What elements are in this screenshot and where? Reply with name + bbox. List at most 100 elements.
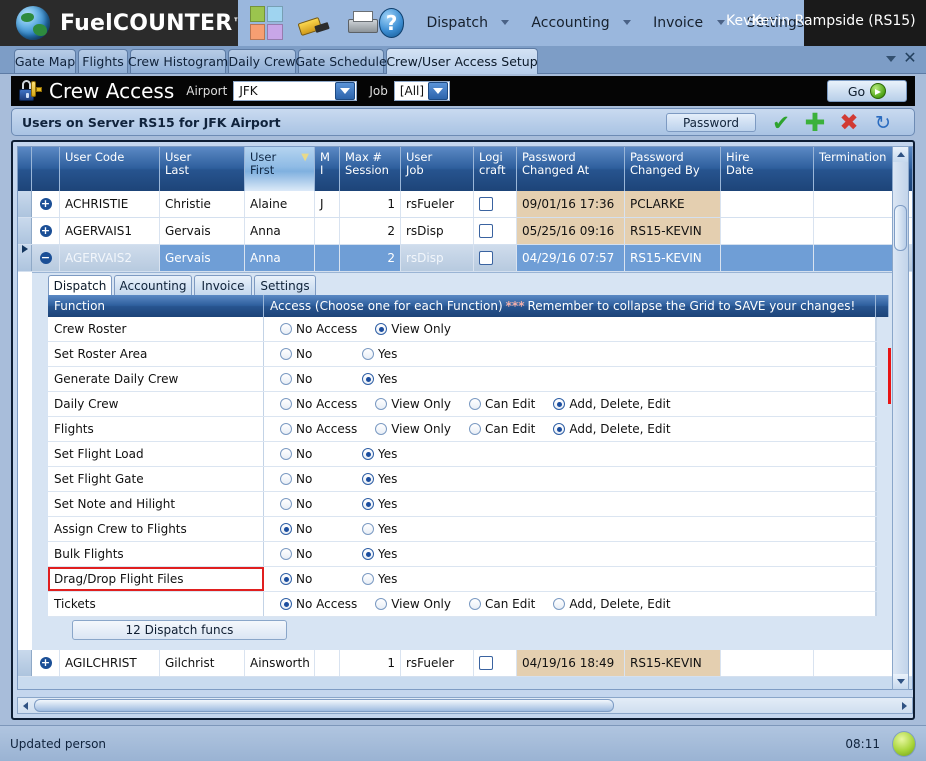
add-plus-icon[interactable]: ✚ <box>804 110 826 135</box>
tab-flights[interactable]: Flights <box>78 49 128 73</box>
vertical-scroll-thumb[interactable] <box>894 205 907 251</box>
table-row[interactable]: + ACHRISTIE Christie Alaine J 1 rsFueler… <box>18 191 912 218</box>
help-icon[interactable]: ? <box>378 8 405 38</box>
radio-button[interactable] <box>469 398 481 410</box>
cell-logicraft[interactable] <box>474 650 517 676</box>
radio-button[interactable] <box>280 323 292 335</box>
radio-option[interactable]: Add, Delete, Edit <box>553 397 671 411</box>
radio-option[interactable]: No Access <box>280 422 357 436</box>
column-header-logicraft[interactable]: Logi craft <box>474 147 517 191</box>
row-selector[interactable] <box>18 245 32 271</box>
radio-option[interactable]: Yes <box>362 547 426 561</box>
radio-option[interactable]: No Access <box>280 597 357 611</box>
horizontal-scroll-thumb[interactable] <box>34 699 614 712</box>
tab-daily-crew[interactable]: Daily Crew <box>228 49 296 73</box>
scroll-up-icon[interactable] <box>893 147 908 162</box>
confirm-check-icon[interactable]: ✔ <box>770 113 792 134</box>
radio-option[interactable]: No <box>280 572 344 586</box>
radio-option[interactable]: No <box>280 347 344 361</box>
radio-option[interactable]: Add, Delete, Edit <box>553 422 671 436</box>
scroll-right-icon[interactable] <box>897 698 912 713</box>
radio-button[interactable] <box>362 448 374 460</box>
radio-button[interactable] <box>280 373 292 385</box>
radio-option[interactable]: Yes <box>362 497 426 511</box>
logicraft-checkbox[interactable] <box>479 197 493 211</box>
radio-option[interactable]: Can Edit <box>469 422 535 436</box>
tab-crew-user-access-setup[interactable]: Crew/User Access Setup <box>386 48 538 74</box>
detail-tab-settings[interactable]: Settings <box>254 275 316 295</box>
column-header-hire-date[interactable]: Hire Date <box>721 147 814 191</box>
radio-option[interactable]: Can Edit <box>469 597 535 611</box>
radio-button[interactable] <box>280 548 292 560</box>
radio-option[interactable]: Yes <box>362 472 426 486</box>
radio-option[interactable]: View Only <box>375 397 451 411</box>
column-header-user-last[interactable]: User Last <box>160 147 245 191</box>
radio-button[interactable] <box>280 473 292 485</box>
radio-option[interactable]: No <box>280 372 344 386</box>
cell-password-changed-by-edit[interactable]: RS15-KEVIN <box>625 245 721 271</box>
radio-option[interactable]: No <box>280 547 344 561</box>
radio-button[interactable] <box>280 523 292 535</box>
radio-button[interactable] <box>375 423 388 435</box>
grid-vertical-scrollbar[interactable] <box>892 146 909 690</box>
go-button[interactable]: Go <box>827 80 907 102</box>
logicraft-checkbox[interactable] <box>479 656 493 670</box>
table-row[interactable]: + AGILCHRIST Gilchrist Ainsworth 1 rsFue… <box>18 650 912 677</box>
tab-crew-histogram[interactable]: Crew Histogram <box>128 49 228 73</box>
cell-logicraft[interactable] <box>474 245 517 271</box>
chevron-down-icon[interactable] <box>427 82 448 100</box>
radio-button[interactable] <box>375 598 388 610</box>
radio-button[interactable] <box>280 573 292 585</box>
refresh-icon[interactable]: ↻ <box>872 113 894 133</box>
column-header-max-session[interactable]: Max # Session <box>340 147 401 191</box>
radio-option[interactable]: Yes <box>362 522 426 536</box>
radio-button[interactable] <box>362 523 374 535</box>
radio-option[interactable]: View Only <box>375 322 451 336</box>
tab-gate-schedule[interactable]: Gate Schedule <box>295 49 387 73</box>
column-header-user-job[interactable]: User Job <box>401 147 474 191</box>
radio-button[interactable] <box>362 473 374 485</box>
row-expander[interactable]: + <box>32 218 60 244</box>
radio-button[interactable] <box>280 498 292 510</box>
radio-button[interactable] <box>280 448 292 460</box>
radio-option[interactable]: No Access <box>280 397 357 411</box>
column-header-user-first[interactable]: User First ▼ <box>245 147 315 191</box>
row-selector[interactable] <box>18 191 32 217</box>
radio-option[interactable]: View Only <box>375 422 451 436</box>
radio-button[interactable] <box>362 573 374 585</box>
table-row-selected[interactable]: − AGERVAIS2 Gervais Anna 2 rsDisp 04/29/… <box>18 245 912 272</box>
column-header-termination[interactable]: Termination <box>814 147 904 191</box>
radio-button[interactable] <box>553 423 566 435</box>
row-expander[interactable]: + <box>32 191 60 217</box>
close-icon[interactable]: ✕ <box>902 50 918 66</box>
drill-icon[interactable] <box>297 6 331 40</box>
cell-mi-edit[interactable] <box>315 245 340 271</box>
row-selector[interactable] <box>18 650 32 676</box>
column-header-password-changed-at[interactable]: Password Changed At <box>517 147 625 191</box>
airport-select[interactable]: JFK <box>233 81 358 101</box>
scroll-down-icon[interactable] <box>893 674 908 689</box>
expand-icon[interactable]: + <box>39 198 52 210</box>
expand-icon[interactable]: + <box>39 657 52 669</box>
cell-logicraft[interactable] <box>474 218 517 244</box>
radio-button[interactable] <box>280 348 292 360</box>
logicraft-checkbox[interactable] <box>479 251 493 265</box>
radio-button[interactable] <box>469 598 481 610</box>
logicraft-checkbox[interactable] <box>479 224 493 238</box>
radio-option[interactable]: View Only <box>375 597 451 611</box>
column-header-mi[interactable]: M I <box>315 147 340 191</box>
row-expander[interactable]: + <box>32 650 60 676</box>
detail-tab-accounting[interactable]: Accounting <box>114 275 192 295</box>
radio-button[interactable] <box>362 348 374 360</box>
radio-option[interactable]: Yes <box>362 447 426 461</box>
cell-user-last-edit[interactable]: Gervais <box>160 245 245 271</box>
column-header-user-code[interactable]: User Code <box>60 147 160 191</box>
scroll-left-icon[interactable] <box>18 698 33 713</box>
cell-termination-edit[interactable] <box>814 245 904 271</box>
table-row[interactable]: + AGERVAIS1 Gervais Anna 2 rsDisp 05/25/… <box>18 218 912 245</box>
menu-invoice[interactable]: Invoice <box>653 15 725 31</box>
cell-password-changed-at-edit[interactable]: 04/29/16 07:57 <box>517 245 625 271</box>
cell-user-first-edit[interactable]: Anna <box>245 245 315 271</box>
radio-button[interactable] <box>553 598 566 610</box>
tab-gate-map[interactable]: Gate Map <box>14 49 76 73</box>
